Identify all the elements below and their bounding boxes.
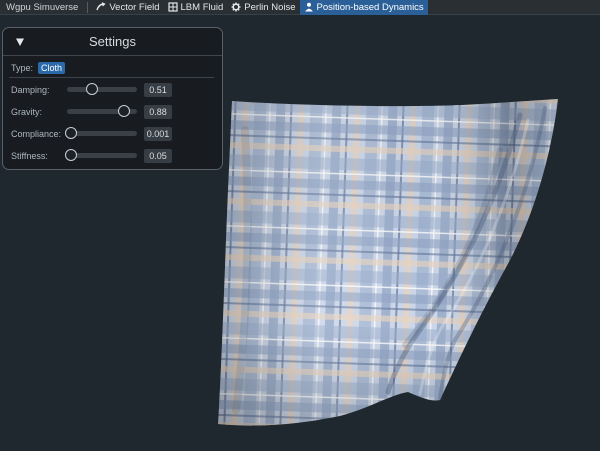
collapse-triangle-icon[interactable] bbox=[15, 37, 25, 47]
damping-value[interactable]: 0.51 bbox=[144, 83, 172, 97]
type-selector[interactable]: Cloth bbox=[38, 62, 66, 74]
app-title: Wgpu Simuverse bbox=[6, 1, 79, 13]
gear-icon bbox=[231, 2, 241, 12]
stiffness-label: Stiffness: bbox=[11, 151, 48, 161]
fluid-icon bbox=[167, 2, 178, 12]
tab-vector-field-label: Vector Field bbox=[109, 1, 160, 13]
type-row: Type: Cloth bbox=[11, 61, 66, 75]
stiffness-slider-knob[interactable] bbox=[65, 149, 78, 161]
tab-bar: Wgpu Simuverse Vector Field LBM Fluid Pe… bbox=[0, 0, 600, 15]
tab-position-based-dynamics[interactable]: Position-based Dynamics bbox=[299, 0, 428, 15]
tab-lbm-fluid-label: LBM Fluid bbox=[180, 1, 224, 13]
gravity-value[interactable]: 0.88 bbox=[144, 105, 172, 119]
settings-divider bbox=[9, 77, 214, 78]
tab-perlin-noise-label: Perlin Noise bbox=[244, 1, 296, 13]
settings-header[interactable]: Settings bbox=[3, 28, 222, 56]
gravity-slider[interactable] bbox=[67, 105, 137, 117]
tab-perlin-noise[interactable]: Perlin Noise bbox=[227, 0, 299, 15]
pbd-icon bbox=[304, 2, 313, 12]
damping-slider[interactable] bbox=[67, 83, 137, 95]
stiffness-value[interactable]: 0.05 bbox=[144, 149, 172, 163]
damping-slider-knob[interactable] bbox=[85, 83, 98, 95]
vector-field-icon bbox=[96, 2, 106, 11]
compliance-value[interactable]: 0.001 bbox=[144, 127, 172, 141]
tab-lbm-fluid[interactable]: LBM Fluid bbox=[164, 0, 228, 15]
compliance-slider-knob[interactable] bbox=[65, 127, 78, 139]
tab-separator bbox=[87, 1, 89, 13]
compliance-slider[interactable] bbox=[65, 127, 137, 139]
type-label: Type: bbox=[11, 63, 34, 73]
gravity-slider-knob[interactable] bbox=[118, 105, 131, 117]
cloth-mesh bbox=[218, 99, 558, 426]
settings-window: Settings Type: Cloth Damping: 0.51 Gravi… bbox=[2, 27, 223, 170]
tab-position-based-dynamics-label: Position-based Dynamics bbox=[316, 1, 424, 13]
stiffness-slider[interactable] bbox=[65, 149, 137, 161]
damping-label: Damping: bbox=[11, 85, 50, 95]
gravity-label: Gravity: bbox=[11, 107, 43, 117]
tab-vector-field[interactable]: Vector Field bbox=[92, 0, 163, 15]
compliance-label: Compliance: bbox=[11, 129, 62, 139]
settings-title: Settings bbox=[89, 34, 136, 49]
